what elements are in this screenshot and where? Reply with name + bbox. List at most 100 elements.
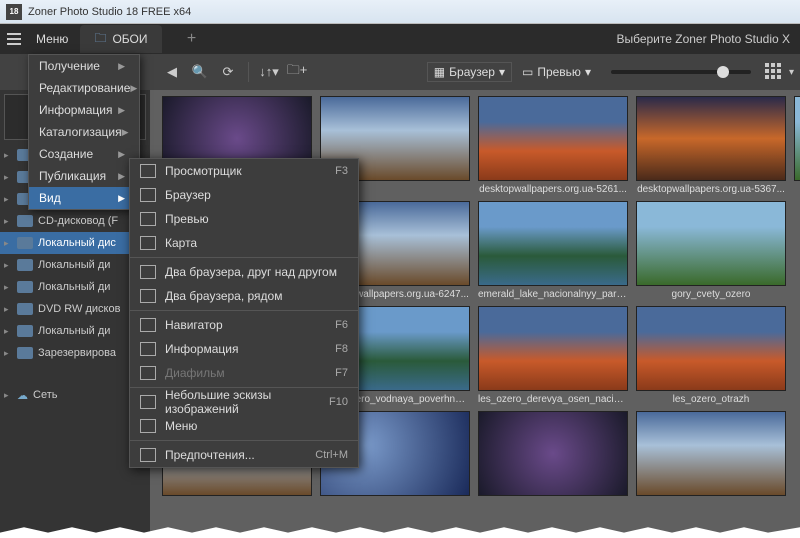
submenu-item[interactable]: Просмотрщик F3 [130, 159, 358, 183]
browser-dropdown[interactable]: ▦ Браузер ▾ [427, 62, 512, 82]
sidebar-item-drive[interactable]: ▸Зарезервирова [0, 342, 150, 364]
submenu-item[interactable]: Два браузера, друг над другом [130, 260, 358, 284]
drive-icon [17, 215, 33, 227]
item-icon [140, 395, 156, 409]
chevron-right-icon: ▶ [118, 193, 125, 204]
thumbnail-item[interactable]: les_ozero_derevya_osen_nacion... [478, 306, 628, 405]
submenu-item[interactable]: Браузер [130, 183, 358, 207]
submenu-item[interactable]: Информация F8 [130, 337, 358, 361]
thumbnail-label: les_ozero_derevya_osen_nacion... [478, 394, 628, 405]
sidebar-item-label: Локальный ди [38, 281, 110, 293]
sidebar-item-drive[interactable]: ▸CD-дисковод (F [0, 210, 150, 232]
sidebar-item-drive[interactable]: ▸Локальный ди [0, 320, 150, 342]
hamburger-icon[interactable] [0, 24, 28, 54]
folder-icon: 🗀 [94, 29, 106, 50]
thumb-size-slider[interactable] [611, 70, 751, 74]
drive-icon [17, 325, 33, 337]
tab-current[interactable]: 🗀 ОБОИ [80, 25, 161, 53]
thumbnail-item[interactable] [478, 411, 628, 499]
slider-thumb[interactable] [717, 66, 729, 78]
submenu-item[interactable]: НавигаторF6 [130, 313, 358, 337]
menu-item[interactable]: Каталогизация▶ [29, 121, 139, 143]
sidebar-item-label: Зарезервирова [38, 347, 116, 359]
window-title: Zoner Photo Studio 18 FREE x64 [28, 6, 191, 18]
sidebar-item-label: DVD RW дисков [38, 303, 120, 315]
chevron-down-icon[interactable]: ▾ [789, 67, 794, 78]
submenu-item-label: Два браузера, друг над другом [165, 265, 339, 279]
submenu-item[interactable]: Два браузера, рядом [130, 284, 358, 308]
layout-grid-icon[interactable] [765, 63, 783, 81]
chevron-down-icon: ▾ [585, 65, 591, 79]
menu-item[interactable]: Редактирование▶ [29, 77, 139, 99]
sidebar-item-drive[interactable]: ▸DVD RW дисков [0, 298, 150, 320]
thumbnail-item[interactable] [636, 411, 786, 499]
thumbnail-item[interactable]: desktopwallpap [794, 96, 800, 195]
submenu-item-label: Меню [165, 419, 339, 433]
submenu-item[interactable]: Превью [130, 207, 358, 231]
item-icon [140, 236, 156, 250]
submenu-item: Диафильм F7 [130, 361, 358, 385]
menu-button[interactable]: Меню [28, 32, 76, 46]
chevron-down-icon: ▾ [499, 65, 505, 79]
thumbnail-label: desktopwallpapers.org.ua-5261... [478, 184, 628, 195]
submenu-item-label: Просмотрщик [165, 164, 326, 178]
promo-link[interactable]: Выберите Zoner Photo Studio X [616, 32, 800, 46]
submenu-item-label: Диафильм [165, 366, 326, 380]
search-icon[interactable]: 🔍 [188, 60, 212, 84]
submenu-item[interactable]: Небольшие эскизы изображенийF10 [130, 390, 358, 414]
view-submenu: Просмотрщик F3 Браузер ПревьюКарта Два брауз… [129, 158, 359, 468]
thumbnail-item[interactable]: emerald_lake_nacionalnyy_park... [478, 201, 628, 300]
thumbnail-image [478, 411, 628, 496]
chevron-right-icon: ▸ [4, 282, 12, 293]
submenu-item[interactable]: Карта [130, 231, 358, 255]
menu-item[interactable]: Вид▶ [29, 187, 139, 209]
titlebar: 18 Zoner Photo Studio 18 FREE x64 [0, 0, 800, 24]
shortcut-label: F6 [335, 319, 348, 331]
thumbnail-item[interactable]: gory_cvety_ozero [636, 201, 786, 300]
thumbnail-item[interactable]: desktopwallpapers.org.ua-5261... [478, 96, 628, 195]
menu-item[interactable]: Публикация▶ [29, 165, 139, 187]
sidebar-item-drive[interactable]: ▸ Локальный ди [0, 276, 150, 298]
thumbnail-image [794, 96, 800, 181]
thumbnail-image [636, 201, 786, 286]
sidebar-item-label: Сеть [33, 389, 57, 401]
menu-item[interactable]: Информация▶ [29, 99, 139, 121]
separator [130, 440, 358, 441]
sidebar-item-drive-selected[interactable]: ▸Локальный дис [0, 232, 150, 254]
sidebar-item-label: Локальный ди [38, 259, 110, 271]
sidebar-item-label: CD-дисковод (F [38, 215, 118, 227]
shortcut-label: F7 [335, 367, 348, 379]
menu-item[interactable]: Получение▶ [29, 55, 139, 77]
item-icon [140, 265, 156, 279]
submenu-item-label: Браузер [165, 188, 339, 202]
preview-toggle[interactable]: ▭ Превью ▾ [516, 63, 597, 81]
thumbnail-item[interactable]: les_ozero_otrazh [636, 306, 786, 405]
submenu-item-label: Информация [165, 342, 326, 356]
submenu-item[interactable]: Предпочтения...Ctrl+M [130, 443, 358, 467]
drive-icon [17, 347, 33, 359]
sidebar-item-network[interactable]: ▸ ☁ Сеть [0, 384, 150, 406]
back-button[interactable]: ◀ [160, 60, 184, 84]
thumbnail-image [478, 201, 628, 286]
new-tab-button[interactable]: + [182, 30, 202, 48]
item-icon [140, 289, 156, 303]
menu-item[interactable]: Создание▶ [29, 143, 139, 165]
thumbnail-item[interactable]: desktopwallpapers.org.ua-5367... [636, 96, 786, 195]
shortcut-label: F8 [335, 343, 348, 355]
menu-item-label: Получение [39, 59, 100, 73]
item-icon [140, 212, 156, 226]
item-icon [140, 188, 156, 202]
sidebar-item-drive[interactable]: ▸Локальный ди [0, 254, 150, 276]
submenu-item[interactable]: Меню [130, 414, 358, 438]
refresh-icon[interactable]: ⟳ [216, 60, 240, 84]
new-folder-icon[interactable]: 🗀+ [285, 60, 309, 84]
thumbnail-label: desktopwallpapers.org.ua-5367... [636, 184, 786, 195]
submenu-item-label: Небольшие эскизы изображений [165, 388, 320, 416]
item-icon [140, 342, 156, 356]
item-icon [140, 419, 156, 433]
thumbnail-image [636, 96, 786, 181]
sort-icon[interactable]: ↓↑▾ [257, 60, 281, 84]
shortcut-label: F3 [335, 165, 348, 177]
thumbnail-image [636, 306, 786, 391]
app-icon: 18 [6, 4, 22, 20]
